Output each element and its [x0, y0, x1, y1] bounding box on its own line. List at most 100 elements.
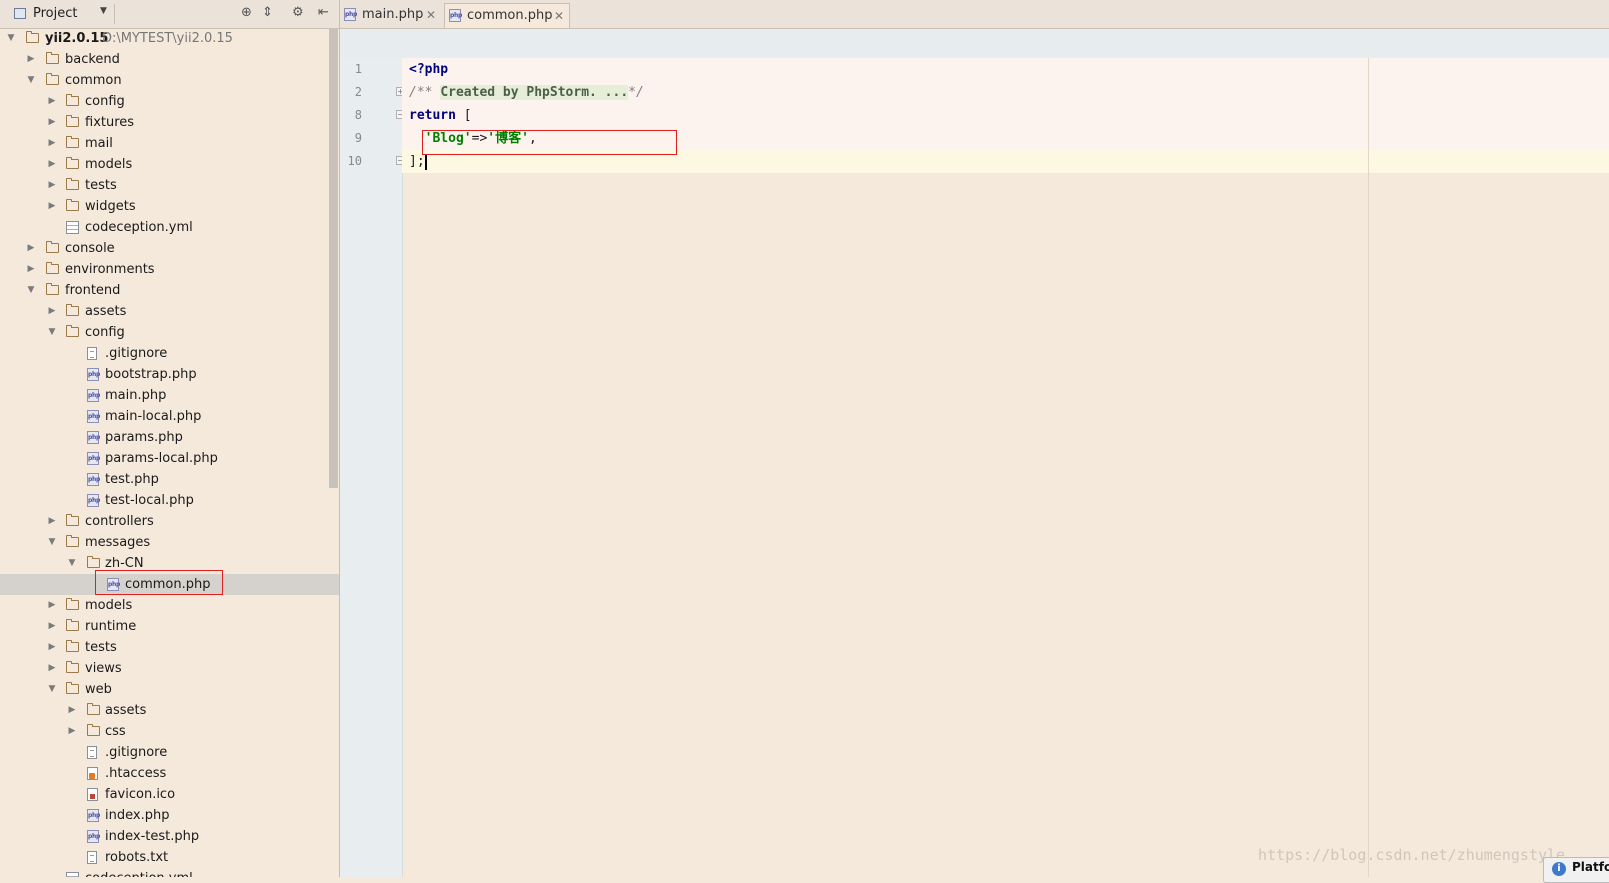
tree-row-selected[interactable]: php common.php: [0, 574, 339, 595]
tree-scrollbar[interactable]: [329, 28, 338, 488]
tree-row[interactable]: .gitignore: [0, 343, 339, 364]
tree-row[interactable]: ▼ zh-CN: [0, 553, 339, 574]
tree-row[interactable]: codeception.yml: [0, 217, 339, 238]
expand-arrow-icon[interactable]: ▶: [26, 238, 36, 259]
tree-row[interactable]: ▶ models: [0, 154, 339, 175]
tree-label: main-local.php: [105, 409, 202, 424]
tree-row[interactable]: ▶ assets: [0, 301, 339, 322]
project-tree: ▼ yii2.0.15 D:\MYTEST\yii2.0.15 ▶ backend…: [0, 28, 339, 877]
expand-arrow-icon[interactable]: ▶: [26, 49, 36, 70]
expand-arrow-icon[interactable]: ▶: [47, 175, 57, 196]
tree-row[interactable]: ▼ messages: [0, 532, 339, 553]
tree-row[interactable]: ▼ frontend: [0, 280, 339, 301]
tree-row[interactable]: ▶ controllers: [0, 511, 339, 532]
expand-arrow-icon[interactable]: ▶: [47, 133, 57, 154]
right-margin-guide: [1368, 58, 1369, 877]
close-icon[interactable]: ✕: [426, 3, 436, 27]
expand-arrow-icon[interactable]: ▶: [47, 616, 57, 637]
expand-arrow-icon[interactable]: ▶: [47, 637, 57, 658]
collapse-arrow-icon[interactable]: ▼: [67, 553, 77, 574]
folded-comment[interactable]: Created by PhpStorm. ...: [440, 85, 629, 100]
code-line-9: 'Blog'=>'博客',: [409, 127, 537, 150]
hide-panel-icon[interactable]: ⇤: [318, 5, 329, 20]
tree-row[interactable]: ▶ config: [0, 91, 339, 112]
tree-row[interactable]: php index.php: [0, 805, 339, 826]
folder-icon: [66, 199, 79, 211]
tree-row[interactable]: .gitignore: [0, 742, 339, 763]
tree-row[interactable]: ▶ mail: [0, 133, 339, 154]
collapse-arrow-icon[interactable]: ▼: [47, 532, 57, 553]
tree-row[interactable]: php params-local.php: [0, 448, 339, 469]
php-file-icon: php: [87, 494, 100, 507]
tree-row-root[interactable]: ▼ yii2.0.15 D:\MYTEST\yii2.0.15: [0, 28, 339, 49]
tree-row[interactable]: ▶ fixtures: [0, 112, 339, 133]
tree-label: models: [85, 157, 133, 172]
tree-row[interactable]: ▶ environments: [0, 259, 339, 280]
tree-row[interactable]: ▶ assets: [0, 700, 339, 721]
gear-icon[interactable]: ⚙: [292, 5, 304, 20]
notification-label: Platfo: [1572, 860, 1609, 874]
tree-label: mail: [85, 136, 113, 151]
collapse-arrow-icon[interactable]: ▼: [47, 679, 57, 700]
expand-arrow-icon[interactable]: ▶: [26, 259, 36, 280]
collapse-arrow-icon[interactable]: ▼: [47, 322, 57, 343]
tree-row[interactable]: php index-test.php: [0, 826, 339, 847]
tree-row[interactable]: ▶ models: [0, 595, 339, 616]
tree-row[interactable]: ▶ css: [0, 721, 339, 742]
collapse-arrow-icon[interactable]: ▼: [26, 280, 36, 301]
tree-row[interactable]: ▶ tests: [0, 175, 339, 196]
tree-label: controllers: [85, 514, 154, 529]
tree-row[interactable]: robots.txt: [0, 847, 339, 868]
tree-row[interactable]: ▼ web: [0, 679, 339, 700]
expand-arrow-icon[interactable]: ▶: [47, 91, 57, 112]
expand-arrow-icon[interactable]: ▶: [47, 112, 57, 133]
close-icon[interactable]: ✕: [554, 4, 564, 28]
folder-icon: [66, 325, 79, 337]
image-file-icon: [87, 788, 98, 801]
folder-icon: [66, 157, 79, 169]
tree-row[interactable]: .htaccess: [0, 763, 339, 784]
code-line-bg: [402, 127, 1609, 150]
tree-row[interactable]: php test-local.php: [0, 490, 339, 511]
expand-arrow-icon[interactable]: ▶: [67, 721, 77, 742]
info-icon: i: [1552, 862, 1566, 876]
tree-row[interactable]: ▶ widgets: [0, 196, 339, 217]
tree-row[interactable]: php main.php: [0, 385, 339, 406]
folder-icon: [66, 115, 79, 127]
tab-common-php[interactable]: php common.php ✕: [444, 3, 570, 28]
expand-arrow-icon[interactable]: ▶: [47, 196, 57, 217]
tree-label: config: [85, 94, 125, 109]
tree-row[interactable]: php bootstrap.php: [0, 364, 339, 385]
tree-row[interactable]: ▼ common: [0, 70, 339, 91]
tree-row[interactable]: ▶ tests: [0, 637, 339, 658]
expand-arrow-icon[interactable]: ▶: [47, 658, 57, 679]
tree-row[interactable]: php params.php: [0, 427, 339, 448]
collapse-arrow-icon[interactable]: ▼: [6, 28, 16, 49]
collapse-arrow-icon[interactable]: ▼: [26, 70, 36, 91]
expand-arrow-icon[interactable]: ▶: [47, 511, 57, 532]
tree-row[interactable]: ▼ config: [0, 322, 339, 343]
tree-row[interactable]: ▶ views: [0, 658, 339, 679]
tree-label: index.php: [105, 808, 170, 823]
expand-arrow-icon[interactable]: ▶: [47, 154, 57, 175]
tree-row[interactable]: favicon.ico: [0, 784, 339, 805]
tree-row[interactable]: php test.php: [0, 469, 339, 490]
scroll-from-source-icon[interactable]: ⊕: [241, 5, 252, 20]
code-editor[interactable]: <?php /** Created by PhpStorm. ...*/ ret…: [402, 58, 1609, 877]
project-view-selector[interactable]: Project: [33, 6, 77, 21]
tree-row[interactable]: ▶ runtime: [0, 616, 339, 637]
collapse-all-icon[interactable]: ⇕: [262, 5, 273, 20]
tab-main-php[interactable]: php main.php ✕: [340, 3, 442, 28]
expand-arrow-icon[interactable]: ▶: [67, 700, 77, 721]
comment-end: */: [628, 85, 644, 100]
tree-row[interactable]: php main-local.php: [0, 406, 339, 427]
folder-icon: [66, 682, 79, 694]
folder-icon: [46, 73, 59, 85]
tree-row[interactable]: ▶ console: [0, 238, 339, 259]
tree-row[interactable]: codeception.yml: [0, 868, 339, 877]
chevron-down-icon[interactable]: ▼: [100, 6, 107, 16]
expand-arrow-icon[interactable]: ▶: [47, 595, 57, 616]
notification-balloon[interactable]: i Platfo: [1543, 857, 1609, 883]
expand-arrow-icon[interactable]: ▶: [47, 301, 57, 322]
tree-row[interactable]: ▶ backend: [0, 49, 339, 70]
